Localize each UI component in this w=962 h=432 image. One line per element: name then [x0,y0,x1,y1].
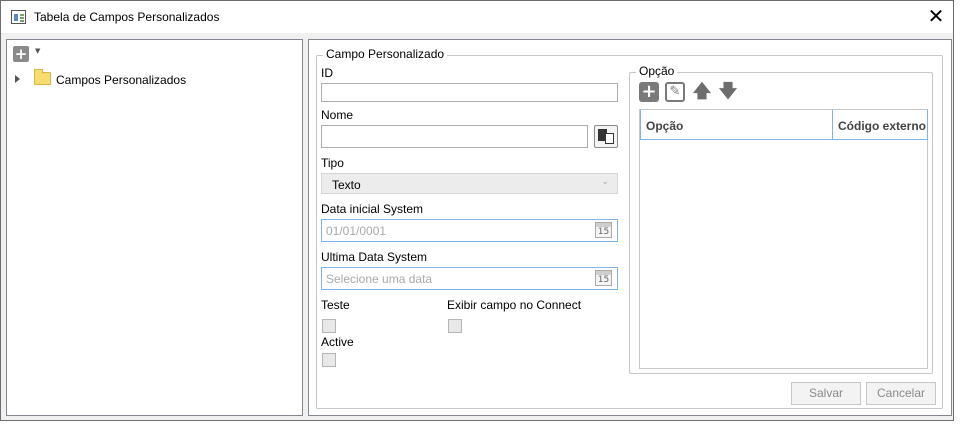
ultima-data-label: Ultima Data System [321,250,428,264]
opcao-group: Opção + ✎ 🡅 🡇 Opção Código externo [629,64,933,374]
translate-button[interactable] [594,125,618,148]
ultima-data-placeholder: Selecione uma data [326,272,433,286]
active-checkbox[interactable] [322,353,336,367]
cancel-button[interactable]: Cancelar [866,382,936,405]
group-title: Campo Personalizado [323,47,448,61]
close-icon[interactable]: ✕ [921,5,951,29]
tree-item-campos-personalizados[interactable]: Campos Personalizados [56,73,186,87]
column-header-opcao[interactable]: Opção [646,119,683,133]
translate-icon-secondary [605,133,614,144]
data-inicial-placeholder: 01/01/0001 [326,224,387,238]
expand-arrow-icon[interactable] [15,75,20,83]
exibir-campo-label: Exibir campo no Connect [447,298,582,312]
teste-label: Teste [321,298,350,312]
ultima-data-datepicker[interactable]: Selecione uma data 15 [321,267,618,290]
add-icon[interactable]: + [13,46,29,62]
opcao-group-title: Opção [636,64,678,78]
data-inicial-label: Data inicial System [321,202,424,216]
chevron-down-icon[interactable]: ▼ [35,47,40,55]
folder-icon [34,69,51,85]
data-inicial-datepicker[interactable]: 01/01/0001 15 [321,219,618,242]
move-down-icon[interactable]: 🡇 [718,82,738,102]
exibir-campo-checkbox[interactable] [448,319,462,333]
window-title: Tabela de Campos Personalizados [34,10,220,24]
campo-personalizado-group: Campo Personalizado ID Nome Tipo Texto ⌄… [316,47,943,409]
column-header-codigo-externo[interactable]: Código externo [838,119,926,133]
tipo-select-value: Texto [332,178,361,192]
tipo-select[interactable]: Texto ⌄ [321,173,618,194]
options-grid[interactable]: Opção Código externo [639,109,928,369]
id-label: ID [321,66,333,80]
add-option-icon[interactable]: + [639,82,659,102]
tree-panel: + ▼ Campos Personalizados [6,39,303,416]
edit-option-icon[interactable]: ✎ [665,82,685,102]
details-panel: Campo Personalizado ID Nome Tipo Texto ⌄… [308,39,952,416]
save-button[interactable]: Salvar [791,382,861,405]
tipo-label: Tipo [321,156,344,170]
title-bar: Tabela de Campos Personalizados ✕ [1,1,953,33]
id-field[interactable] [321,83,618,102]
active-label: Active [321,335,354,349]
dialog-window: Tabela de Campos Personalizados ✕ + ▼ Ca… [0,0,954,421]
nome-label: Nome [321,108,354,122]
teste-checkbox[interactable] [322,319,336,333]
chevron-down-icon: ⌄ [601,177,609,187]
column-separator[interactable] [832,110,833,140]
move-up-icon[interactable]: 🡅 [692,82,712,102]
calendar-icon[interactable]: 15 [595,222,612,238]
app-icon [11,10,26,24]
nome-field[interactable] [321,125,588,148]
calendar-icon[interactable]: 15 [595,270,612,286]
grid-header: Opção Código externo [640,110,928,140]
